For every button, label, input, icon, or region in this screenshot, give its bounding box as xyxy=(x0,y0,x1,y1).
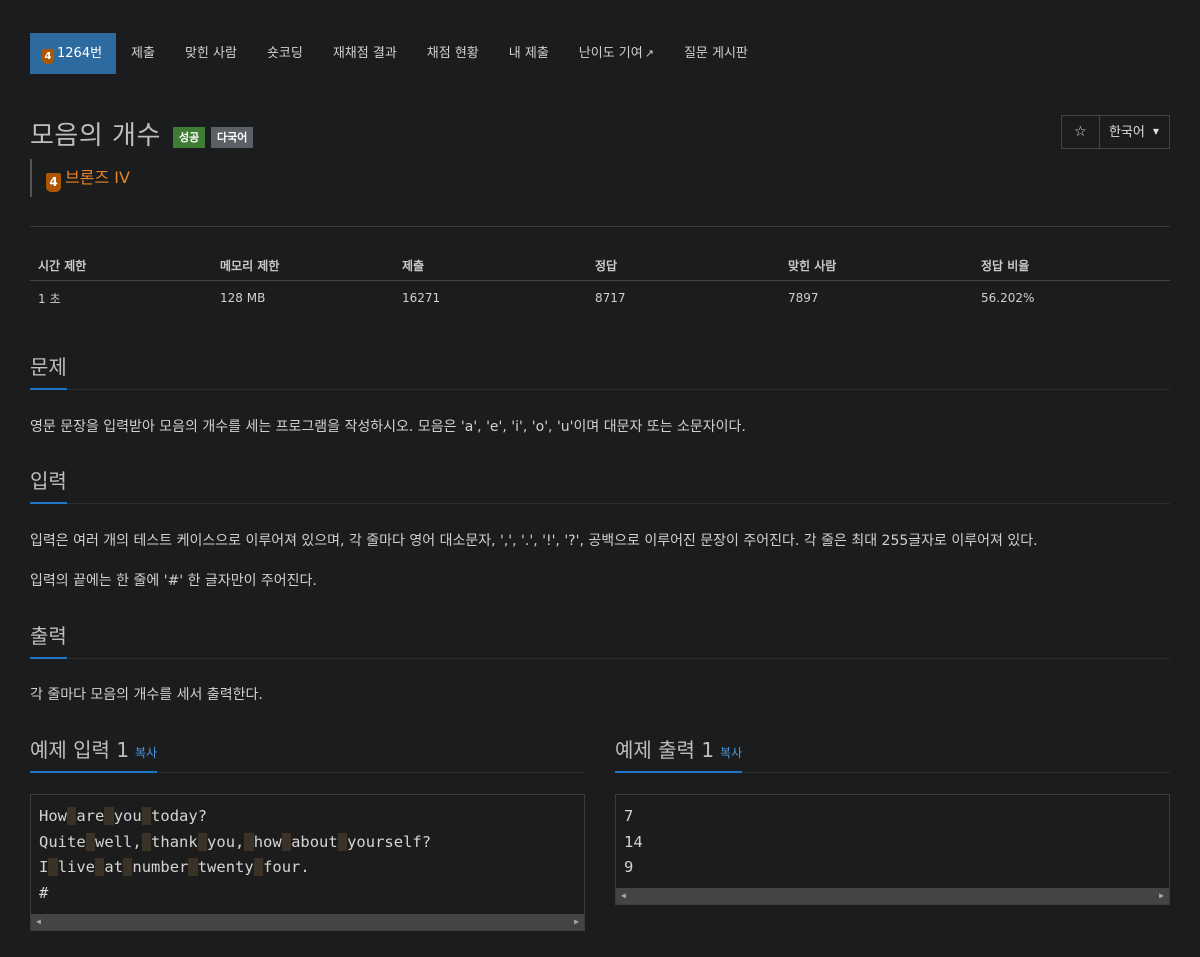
whitespace-marker xyxy=(337,832,348,851)
sample-word: yourself? xyxy=(347,832,432,851)
whitespace-marker xyxy=(95,858,105,876)
whitespace-marker xyxy=(123,858,133,876)
status-badge-multilang: 다국어 xyxy=(211,127,254,148)
divider xyxy=(30,226,1170,227)
nav-tab-my-submissions[interactable]: 내 제출 xyxy=(494,33,564,74)
sample-word: you, xyxy=(207,832,245,851)
sample-word: how xyxy=(253,832,282,851)
section-output-header: 출력 xyxy=(30,620,1170,659)
nav-tab-solvers[interactable]: 맞힌 사람 xyxy=(170,33,252,74)
whitespace-marker xyxy=(244,832,254,851)
section-title: 예제 입력 1 xyxy=(30,738,130,762)
sample-output-line: 7 xyxy=(624,807,634,825)
table-cell: 128 MB xyxy=(220,291,266,305)
output-description: 각 줄마다 모음의 개수를 세서 출력한다. xyxy=(30,687,263,703)
star-icon[interactable]: ☆ xyxy=(1062,116,1100,148)
nav-tab-submit[interactable]: 제출 xyxy=(116,33,170,74)
sample-word: are xyxy=(76,807,105,825)
scroll-left-icon[interactable]: ◀ xyxy=(36,914,41,930)
page-title: 모음의 개수 xyxy=(30,121,161,151)
sample-word: number xyxy=(132,858,189,876)
sample-input-box[interactable]: How are you today? Quite well, thank you… xyxy=(30,794,585,931)
whitespace-marker xyxy=(253,858,264,876)
sample-input-header: 예제 입력 1 복사 xyxy=(30,734,585,773)
scroll-left-icon[interactable]: ◀ xyxy=(621,888,626,904)
table-row: 1 초 128 MB 16271 8717 7897 56.202% xyxy=(30,281,1170,316)
table-cell: 8717 xyxy=(595,291,626,305)
sample-word: you xyxy=(113,807,142,825)
problem-nav: 4 1264번 제출 맞힌 사람 숏코딩 재채점 결과 채점 현황 내 제출 난이… xyxy=(30,33,763,74)
nav-tab-board[interactable]: 질문 게시판 xyxy=(669,33,763,74)
whitespace-marker xyxy=(85,832,96,851)
sample-word: How xyxy=(39,807,67,825)
sample-word: well, xyxy=(95,832,142,851)
scroll-right-icon[interactable]: ▶ xyxy=(1159,888,1164,904)
nav-tab-problem[interactable]: 4 1264번 xyxy=(30,33,117,74)
whitespace-marker xyxy=(104,807,114,825)
sample-word: about xyxy=(291,832,338,851)
sample-output-box[interactable]: 7 14 9 ◀ ▶ xyxy=(615,794,1170,905)
section-input-header: 입력 xyxy=(30,465,1170,504)
sample-word: thank xyxy=(151,832,198,851)
sample-word: # xyxy=(39,883,49,902)
sample-word: I xyxy=(39,858,49,876)
problem-description: 영문 문장을 입력받아 모음의 개수를 세는 프로그램을 작성하시오. 모음은 … xyxy=(30,419,746,435)
caret-down-icon: ▼ xyxy=(1152,127,1159,136)
sample-output-text: 7 14 9 xyxy=(616,795,1169,881)
sample-word: four. xyxy=(263,858,310,876)
table-header: 제출 xyxy=(394,250,587,281)
section-problem-header: 문제 xyxy=(30,351,1170,390)
section-title: 문제 xyxy=(30,351,67,390)
sample-input-text: How are you today? Quite well, thank you… xyxy=(31,795,584,906)
whitespace-marker xyxy=(188,858,198,876)
sample-word: live xyxy=(57,858,96,876)
horizontal-scrollbar[interactable]: ◀ ▶ xyxy=(31,914,584,930)
language-dropdown[interactable]: 한국어 ▼ xyxy=(1100,116,1169,148)
sample-word: today? xyxy=(151,807,208,825)
sample-word: Quite xyxy=(39,832,86,851)
status-badge-success: 성공 xyxy=(173,127,206,148)
nav-tab-short-coding[interactable]: 숏코딩 xyxy=(252,33,318,74)
table-cell: 56.202% xyxy=(981,291,1035,305)
horizontal-scrollbar[interactable]: ◀ ▶ xyxy=(616,888,1169,904)
sample-output-line: 9 xyxy=(624,858,634,876)
external-link-icon: ↗ xyxy=(644,47,654,60)
table-header: 시간 제한 xyxy=(30,250,212,281)
whitespace-marker xyxy=(48,858,58,876)
table-cell: 16271 xyxy=(402,291,441,305)
bronze-tier-icon: 4 xyxy=(42,49,54,64)
table-header: 맞힌 사람 xyxy=(780,250,973,281)
scroll-right-icon[interactable]: ▶ xyxy=(574,914,579,930)
table-cell: 1 초 xyxy=(38,291,61,306)
table-header: 정답 xyxy=(587,250,780,281)
title-actions: ☆ 한국어 ▼ xyxy=(1060,115,1170,149)
sample-output-header: 예제 출력 1 복사 xyxy=(615,734,1170,773)
nav-tab-status[interactable]: 채점 현황 xyxy=(412,33,494,74)
sample-output-line: 14 xyxy=(624,832,643,851)
whitespace-marker xyxy=(67,807,77,825)
table-header: 메모리 제한 xyxy=(212,250,394,281)
whitespace-marker xyxy=(197,832,208,851)
tier-label: 4 브론즈 IV xyxy=(30,159,130,197)
whitespace-marker xyxy=(141,832,152,851)
sample-word: at xyxy=(104,858,124,876)
input-description-end: 입력의 끝에는 한 줄에 '#' 한 글자만이 주어진다. xyxy=(30,573,317,589)
problem-info-table: 시간 제한 메모리 제한 제출 정답 맞힌 사람 정답 비율 1 초 128 M… xyxy=(30,250,1170,315)
whitespace-marker xyxy=(141,807,152,825)
section-title: 예제 출력 1 xyxy=(615,738,715,762)
copy-button[interactable]: 복사 xyxy=(135,746,157,760)
copy-button[interactable]: 복사 xyxy=(720,746,742,760)
table-header: 정답 비율 xyxy=(973,250,1170,281)
section-title: 출력 xyxy=(30,620,67,659)
tier-name[interactable]: 브론즈 IV xyxy=(65,168,130,187)
sample-word: twenty xyxy=(197,858,254,876)
input-description: 입력은 여러 개의 테스트 케이스으로 이루어져 있으며, 각 줄마다 영어 대… xyxy=(30,533,1038,549)
bronze-tier-icon: 4 xyxy=(46,173,61,192)
nav-tab-rejudge[interactable]: 재채점 결과 xyxy=(318,33,412,74)
whitespace-marker xyxy=(281,832,292,851)
nav-tab-difficulty[interactable]: 난이도 기여 ↗ xyxy=(564,33,669,74)
section-title: 입력 xyxy=(30,465,67,504)
table-cell: 7897 xyxy=(788,291,819,305)
